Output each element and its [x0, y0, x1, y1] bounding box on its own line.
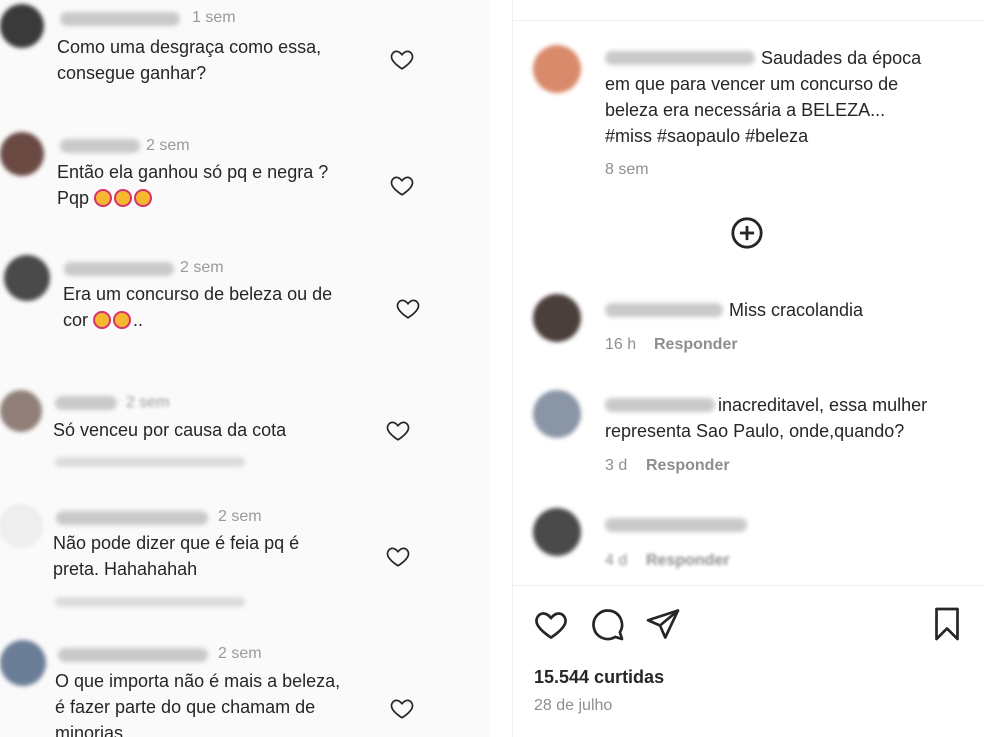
post-date: 28 de julho — [534, 697, 613, 714]
comment-item: 2 sem Era um concurso de beleza ou de co… — [0, 245, 490, 355]
username-blurred[interactable] — [60, 12, 180, 26]
avatar[interactable] — [533, 390, 581, 438]
comment-text: inacreditavel, essa mulher — [718, 395, 928, 415]
comment-item: 2 sem Só venceu por causa da cota — [0, 380, 490, 490]
likes-count[interactable]: 15.544 curtidas — [534, 667, 664, 688]
heart-icon[interactable] — [389, 172, 415, 198]
avatar[interactable] — [533, 294, 581, 342]
comment-time: 3 d — [605, 457, 628, 474]
caption-hashtags[interactable]: #miss #saopaulo #beleza — [605, 123, 808, 149]
comment-time: 2 sem — [146, 137, 190, 154]
comment-text: Era um concurso de beleza ou de cor .. — [63, 284, 333, 330]
comment-time: 2 sem — [218, 645, 262, 662]
avatar[interactable] — [0, 390, 42, 432]
avatar[interactable] — [0, 4, 44, 48]
laughing-emoji-icon — [94, 189, 113, 207]
add-circle-icon[interactable] — [730, 216, 764, 250]
comment-text: Então ela ganhou só pq e negra ? Pqp — [57, 162, 329, 208]
comment-actions-blurred — [55, 597, 245, 607]
avatar[interactable] — [4, 255, 50, 301]
comment-icon[interactable] — [589, 606, 625, 642]
avatar[interactable] — [0, 132, 44, 176]
panel-gap — [490, 0, 512, 737]
username-blurred[interactable] — [605, 398, 715, 412]
comment-actions-blurred — [55, 457, 245, 467]
laughing-emoji-icon — [134, 189, 153, 207]
heart-icon[interactable] — [395, 295, 421, 321]
comment-time: 16 h — [605, 336, 637, 353]
comment-item: 2 sem O que importa não é mais a beleza,… — [0, 630, 490, 737]
comment-text: Miss cracolandia — [729, 300, 864, 320]
caption-text: beleza era necessária a BELEZA... — [605, 100, 886, 120]
reply-button[interactable]: Responder — [646, 457, 730, 475]
username-blurred[interactable] — [605, 518, 747, 532]
comment-text: representa Sao Paulo, onde,quando? — [605, 421, 905, 441]
username-blurred[interactable] — [58, 648, 208, 662]
share-icon[interactable] — [645, 606, 681, 642]
username-blurred[interactable] — [55, 396, 117, 410]
comment-text: O que importa não é mais a beleza, é faz… — [55, 671, 341, 737]
comment-time: 2 sem — [126, 394, 170, 411]
laughing-emoji-icon — [114, 189, 133, 207]
heart-icon[interactable] — [385, 417, 411, 443]
divider — [513, 20, 984, 21]
post-panel: Saudades da época em que para vencer um … — [512, 0, 984, 737]
heart-icon[interactable] — [533, 606, 569, 642]
caption-text: em que para vencer um concurso de — [605, 74, 899, 94]
laughing-emoji-icon — [93, 311, 112, 329]
divider — [513, 585, 984, 586]
comment-text: Como uma desgraça como essa, consegue ga… — [57, 37, 322, 83]
avatar[interactable] — [0, 640, 46, 686]
avatar[interactable] — [533, 45, 581, 93]
heart-icon[interactable] — [389, 695, 415, 721]
reply-button[interactable]: Responder — [646, 552, 730, 570]
username-blurred[interactable] — [60, 139, 140, 153]
caption-time: 8 sem — [605, 161, 649, 178]
username-blurred[interactable] — [605, 303, 723, 317]
avatar[interactable] — [533, 508, 581, 556]
left-comments-panel: 1 sem Como uma desgraça como essa, conse… — [0, 0, 490, 737]
comment-item: 2 sem Então ela ganhou só pq e negra ? P… — [0, 120, 490, 230]
comment-text: Não pode dizer que é feia pq é preta. Ha… — [53, 533, 300, 579]
comment-item: 2 sem Não pode dizer que é feia pq é pre… — [0, 495, 490, 615]
comment-item: 1 sem Como uma desgraça como essa, conse… — [0, 0, 490, 110]
comment-time: 2 sem — [180, 259, 224, 276]
caption-text: Saudades da época — [761, 48, 922, 68]
username-blurred[interactable] — [605, 51, 755, 65]
heart-icon[interactable] — [385, 543, 411, 569]
comment-time: 4 d — [605, 552, 628, 569]
comment-text: Só venceu por causa da cota — [53, 420, 287, 440]
comment-time: 2 sem — [218, 508, 262, 525]
reply-button[interactable]: Responder — [654, 336, 738, 354]
username-blurred[interactable] — [64, 262, 174, 276]
laughing-emoji-icon — [113, 311, 132, 329]
heart-icon[interactable] — [389, 46, 415, 72]
avatar[interactable] — [0, 505, 42, 547]
username-blurred[interactable] — [56, 511, 208, 525]
bookmark-icon[interactable] — [929, 606, 965, 642]
comment-time: 1 sem — [192, 9, 236, 26]
